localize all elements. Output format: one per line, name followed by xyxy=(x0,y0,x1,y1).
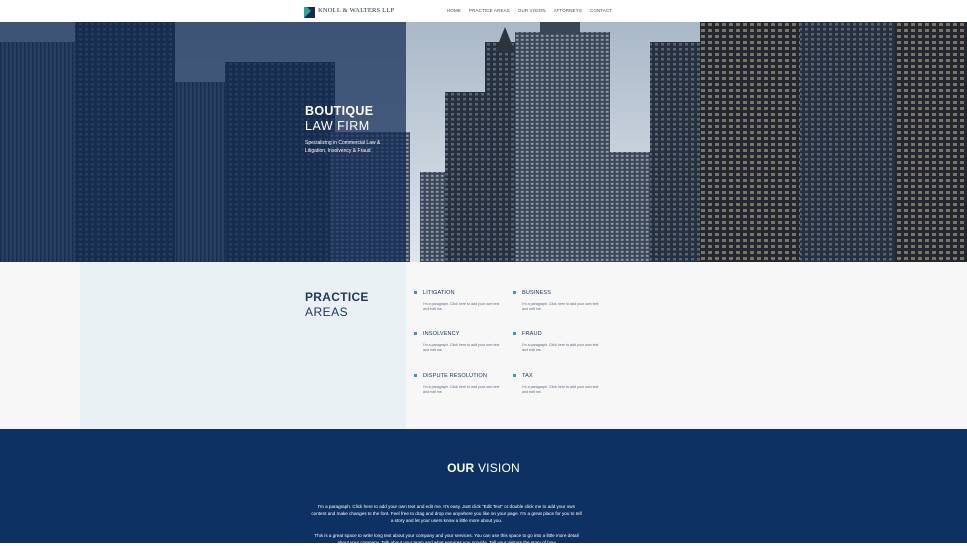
practice-item-desc: I'm a paragraph. Click here to add your … xyxy=(423,302,500,311)
practice-item-name: INSOLVENCY xyxy=(423,331,460,337)
vision-title-bold: OUR xyxy=(447,461,475,475)
practice-item-desc: I'm a paragraph. Click here to add your … xyxy=(522,302,599,311)
practice-title-bold: PRACTICE xyxy=(305,290,369,304)
nav-our-vision[interactable]: OUR VISION xyxy=(518,8,546,13)
bullet-icon xyxy=(513,374,516,377)
bullet-icon xyxy=(513,332,516,335)
practice-item-desc: I'm a paragraph. Click here to add your … xyxy=(423,343,500,352)
site-header: KNOLL & WALTERS LLP HOME PRACTICE AREAS … xyxy=(0,0,967,22)
practice-item-name: LITIGATION xyxy=(423,290,455,296)
bullet-icon xyxy=(513,291,516,294)
vision-title: OUR VISION xyxy=(0,461,967,475)
practice-item-desc: I'm a paragraph. Click here to add your … xyxy=(522,343,599,352)
logo-mark-icon xyxy=(304,5,315,18)
logo[interactable]: KNOLL & WALTERS LLP xyxy=(304,5,395,18)
practice-item-name: TAX xyxy=(522,373,533,379)
vision-paragraph-2: This is a great space to write long text… xyxy=(314,533,579,545)
practice-item-name: DISPUTE RESOLUTION xyxy=(423,373,487,379)
main-nav: HOME PRACTICE AREAS OUR VISION ATTORNEYS… xyxy=(447,8,612,13)
hero-subtitle: Specializing in Commercial Law & Litigat… xyxy=(305,140,381,154)
practice-item-name: BUSINESS xyxy=(522,290,552,296)
practice-left-panel xyxy=(80,262,406,429)
practice-item-desc: I'm a paragraph. Click here to add your … xyxy=(522,385,599,394)
practice-item-name: FRAUD xyxy=(522,331,542,337)
bullet-icon xyxy=(414,291,417,294)
nav-home[interactable]: HOME xyxy=(447,8,461,13)
practice-title-light: AREAS xyxy=(305,305,349,319)
vision-paragraph-1: I'm a paragraph. Click here to add your … xyxy=(311,504,582,523)
hero-title-bold: BOUTIQUE xyxy=(305,104,374,118)
nav-contact[interactable]: CONTACT xyxy=(590,8,612,13)
nav-attorneys[interactable]: ATTORNEYS xyxy=(554,8,582,13)
practice-section: PRACTICE AREAS LITIGATION I'm a paragrap… xyxy=(0,262,967,429)
vision-title-light: VISION xyxy=(477,461,520,475)
bullet-icon xyxy=(414,332,417,335)
hero-title-light: LAW FIRM xyxy=(305,119,370,133)
bullet-icon xyxy=(414,374,417,377)
nav-practice-areas[interactable]: PRACTICE AREAS xyxy=(469,8,510,13)
logo-text: KNOLL & WALTERS LLP xyxy=(318,7,395,14)
vision-section: OUR VISION I'm a paragraph. Click here t… xyxy=(0,429,967,545)
practice-item-desc: I'm a paragraph. Click here to add your … xyxy=(423,385,500,394)
hero-section: BOUTIQUE LAW FIRM Specializing in Commer… xyxy=(0,22,967,262)
